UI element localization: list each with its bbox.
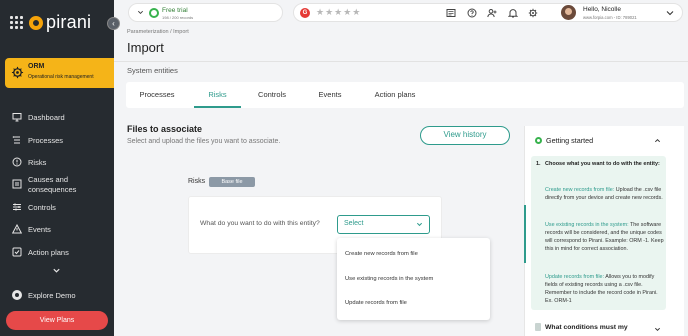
rating-stars[interactable]: ★★★★★ bbox=[316, 7, 361, 18]
causes-icon bbox=[12, 179, 22, 189]
sliders-icon bbox=[13, 203, 21, 211]
entity-label: Risks bbox=[188, 178, 206, 185]
option-create-new[interactable]: Create new records from file bbox=[345, 251, 418, 257]
sidebar-item-label: Action plans bbox=[28, 247, 69, 257]
action-dropdown-menu: Create new records from file Use existin… bbox=[337, 238, 490, 320]
document-icon bbox=[535, 323, 541, 331]
explore-label: Explore Demo bbox=[28, 290, 76, 300]
sidebar-item-label: Causes and consequences bbox=[28, 175, 77, 194]
module-gear-icon bbox=[11, 66, 24, 79]
sidebar-item-label: Controls bbox=[28, 202, 56, 212]
warning-triangle-icon bbox=[12, 224, 22, 234]
compass-icon bbox=[12, 290, 22, 300]
sidebar-item-events[interactable]: Events bbox=[12, 224, 51, 234]
explore-demo[interactable]: Explore Demo bbox=[12, 290, 76, 300]
tab-action-plans[interactable]: Action plans bbox=[368, 82, 422, 108]
top-toolbar: G ★★★★★ Hello, Nicolle www.forpia.com - … bbox=[293, 3, 683, 22]
guide-item: Update records from file: Allows you to … bbox=[545, 274, 658, 305]
tab-processes[interactable]: Processes bbox=[132, 82, 182, 108]
module-title: ORM bbox=[28, 63, 45, 70]
sidebar-item-action-plans[interactable]: Action plans bbox=[12, 247, 69, 257]
sidebar: pirani ORM Operational risk management D… bbox=[0, 0, 114, 336]
user-greeting[interactable]: Hello, Nicolle bbox=[583, 6, 621, 13]
free-trial-pill[interactable]: Free trial 198 / 200 records bbox=[128, 3, 283, 22]
divider bbox=[114, 61, 688, 62]
sidebar-item-label: Risks bbox=[28, 157, 47, 167]
chevron-down-icon[interactable] bbox=[52, 266, 61, 275]
brand-name: pirani bbox=[46, 12, 92, 32]
apps-grid-icon[interactable] bbox=[10, 16, 23, 29]
processes-icon bbox=[12, 136, 20, 144]
page-title: Import bbox=[127, 40, 164, 55]
select-value: Select bbox=[344, 220, 364, 227]
option-use-existing[interactable]: Use existing records in the system bbox=[345, 276, 433, 282]
sidebar-item-controls[interactable]: Controls bbox=[12, 202, 56, 212]
view-plans-button[interactable]: View Plans bbox=[6, 311, 108, 330]
guide-item: Create new records from file: Upload the… bbox=[545, 187, 663, 202]
sidebar-collapse-button[interactable]: ‹ bbox=[107, 17, 120, 30]
conditions-section[interactable]: What conditions must my bbox=[535, 323, 628, 331]
logo[interactable]: pirani bbox=[10, 12, 91, 33]
files-subtitle: Select and upload the files you want to … bbox=[127, 138, 281, 145]
add-user-icon[interactable] bbox=[487, 8, 497, 18]
sidebar-item-label: Dashboard bbox=[28, 112, 65, 122]
sidebar-item-label: Processes bbox=[28, 135, 64, 145]
getting-started-header[interactable]: Getting started bbox=[535, 136, 593, 145]
sidebar-item-dashboard[interactable]: Dashboard bbox=[12, 112, 65, 122]
action-select[interactable]: Select bbox=[337, 215, 430, 234]
chevron-down-icon bbox=[416, 222, 423, 227]
alert-circle-icon bbox=[12, 157, 22, 167]
google-review-icon[interactable]: G bbox=[300, 8, 310, 18]
module-orm[interactable]: ORM Operational risk management bbox=[5, 58, 114, 88]
entity-question: What do you want to do with this entity? bbox=[200, 220, 320, 227]
step-dot-icon bbox=[535, 137, 542, 144]
trial-records: 198 / 200 records bbox=[162, 15, 194, 20]
help-icon[interactable] bbox=[467, 8, 477, 18]
gear-icon[interactable] bbox=[528, 8, 538, 18]
guide-item: Use existing records in the system: The … bbox=[545, 222, 664, 253]
view-history-button[interactable]: View history bbox=[420, 126, 510, 145]
avatar[interactable] bbox=[561, 5, 576, 20]
breadcrumb[interactable]: Parameterization / Import bbox=[127, 29, 189, 35]
tab-events[interactable]: Events bbox=[313, 82, 347, 108]
monitor-icon bbox=[12, 113, 22, 122]
base-file-badge: Base file bbox=[209, 177, 255, 187]
conditions-title: What conditions must my bbox=[545, 323, 628, 331]
step-number: 1. bbox=[536, 161, 541, 167]
getting-started-title: Getting started bbox=[546, 136, 594, 145]
entity-tabs: Processes Risks Controls Events Action p… bbox=[126, 82, 684, 108]
module-subtitle: Operational risk management bbox=[28, 74, 94, 80]
files-title: Files to associate bbox=[127, 124, 203, 134]
scroll-indicator[interactable] bbox=[524, 205, 526, 263]
user-meta: www.forpia.com - ID: 789021 bbox=[583, 15, 637, 20]
chevron-up-icon[interactable] bbox=[654, 137, 661, 144]
step-title: Choose what you want to do with the enti… bbox=[545, 161, 660, 167]
tab-controls[interactable]: Controls bbox=[253, 82, 291, 108]
trial-title: Free trial bbox=[162, 7, 188, 14]
bell-icon[interactable] bbox=[508, 8, 518, 18]
pirani-logo-icon bbox=[29, 15, 43, 30]
news-icon[interactable] bbox=[446, 8, 456, 18]
section-label: System entities bbox=[127, 66, 178, 75]
chevron-down-icon[interactable] bbox=[654, 326, 661, 333]
trial-progress-icon bbox=[149, 8, 159, 18]
option-update[interactable]: Update records from file bbox=[345, 300, 407, 306]
sidebar-item-risks[interactable]: Risks bbox=[12, 157, 46, 167]
sidebar-item-causes[interactable]: Causes and consequences bbox=[12, 175, 100, 195]
chevron-down-icon[interactable] bbox=[666, 9, 674, 17]
sidebar-item-processes[interactable]: Processes bbox=[12, 135, 63, 145]
tab-risks[interactable]: Risks bbox=[194, 82, 241, 108]
sidebar-item-label: Events bbox=[28, 224, 51, 234]
checkbox-icon bbox=[12, 247, 22, 257]
chevron-down-icon bbox=[138, 10, 143, 14]
